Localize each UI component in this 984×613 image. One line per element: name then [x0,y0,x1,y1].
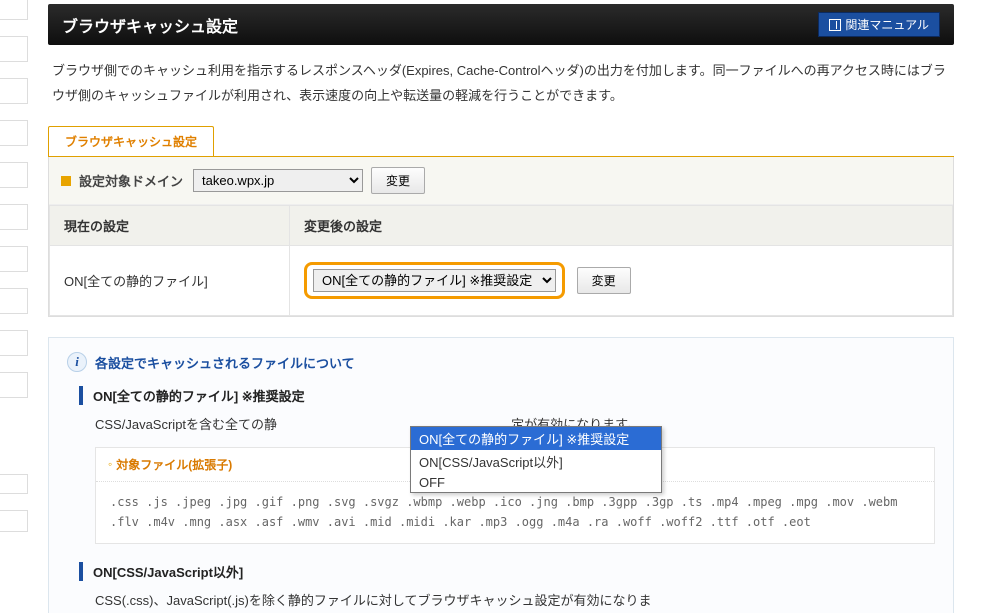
domain-change-button[interactable]: 変更 [371,167,425,194]
domain-select[interactable]: takeo.wpx.jp [193,169,363,192]
section2-body: CSS(.css)、JavaScript(.js)を除く静的ファイルに対してブラ… [95,589,935,612]
manual-icon [829,19,841,31]
settings-table: 現在の設定 変更後の設定 ON[全ての静的ファイル] ON[全ての静的ファイル]… [49,205,953,316]
after-setting-cell: ON[全ての静的ファイル] ※推奨設定 変更 [290,246,953,316]
page-title: ブラウザキャッシュ設定 [62,13,238,37]
dropdown-option-off[interactable]: OFF [411,473,661,492]
bullet-icon [61,176,71,186]
section1-title: ON[全ての静的ファイル] ※推奨設定 [79,386,935,405]
related-manual-button[interactable]: 関連マニュアル [818,12,940,37]
info-heading-row: i 各設定でキャッシュされるファイルについて [67,352,935,372]
current-setting-value: ON[全ての静的ファイル] [50,246,290,316]
cache-mode-select[interactable]: ON[全ての静的ファイル] ※推奨設定 [313,269,556,292]
tab-row: ブラウザキャッシュ設定 [48,126,954,157]
sidebar-stubs [0,0,28,548]
info-icon: i [67,352,87,372]
section2-title: ON[CSS/JavaScript以外] [79,562,935,581]
dropdown-option-except-cssjs[interactable]: ON[CSS/JavaScript以外] [411,450,661,473]
page-description: ブラウザ側でのキャッシュ利用を指示するレスポンスヘッダ(Expires, Cac… [48,45,954,126]
manual-button-label: 関連マニュアル [845,16,929,33]
info-heading: 各設定でキャッシュされるファイルについて [95,353,355,372]
domain-label: 設定対象ドメイン [79,171,183,190]
tab-browser-cache[interactable]: ブラウザキャッシュ設定 [48,126,214,156]
th-current: 現在の設定 [50,206,290,246]
dropdown-option-all-static[interactable]: ON[全ての静的ファイル] ※推奨設定 [411,427,661,450]
bullet-icon: ◦ [108,457,112,471]
apply-change-button[interactable]: 変更 [577,267,631,294]
settings-panel: 設定対象ドメイン takeo.wpx.jp 変更 現在の設定 変更後の設定 ON… [48,157,954,317]
title-bar: ブラウザキャッシュ設定 関連マニュアル [48,4,954,45]
cache-mode-dropdown[interactable]: ON[全ての静的ファイル] ※推奨設定 ON[CSS/JavaScript以外]… [410,426,662,493]
th-after: 変更後の設定 [290,206,953,246]
target-file-heading-label: 対象ファイル(拡張子) [116,456,232,473]
highlighted-select-wrap: ON[全ての静的ファイル] ※推奨設定 [304,262,565,299]
domain-row: 設定対象ドメイン takeo.wpx.jp 変更 [49,157,953,205]
